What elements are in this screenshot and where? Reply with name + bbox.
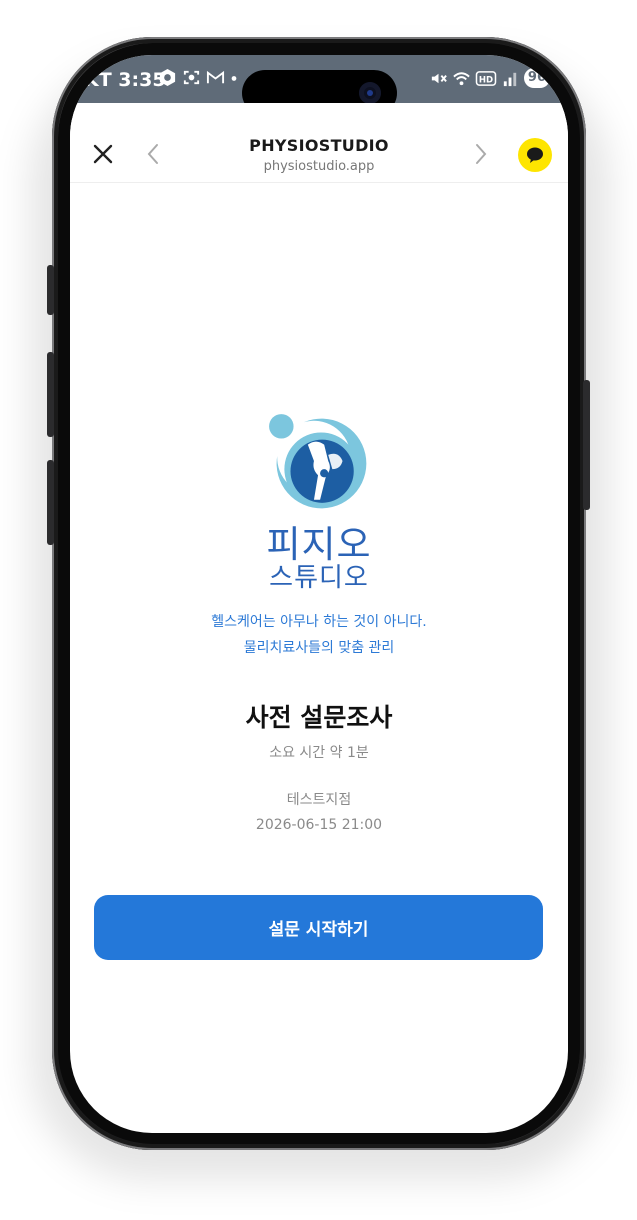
- mute-icon: [431, 73, 447, 83]
- forward-button[interactable]: [466, 139, 496, 169]
- browser-header: PHYSIOSTUDIO physiostudio.app: [70, 103, 568, 183]
- brand-name-line2: 스튜디오: [269, 563, 369, 593]
- signal-icon: [503, 72, 517, 86]
- svg-text:HD: HD: [479, 75, 493, 85]
- volume-up-button: [47, 352, 54, 437]
- kakaotalk-icon: [527, 147, 543, 163]
- status-time: KT 3:35: [84, 69, 166, 91]
- survey-duration: 소요 시간 약 1분: [269, 745, 369, 761]
- appointment-datetime: 2026-06-15 21:00: [255, 817, 383, 833]
- action-button: [47, 265, 54, 315]
- hd-icon: HD: [475, 70, 497, 86]
- app-badge-icon: [159, 68, 176, 87]
- status-bar: KT 3:35 HD 96: [70, 55, 568, 116]
- screen-record-icon: [183, 70, 200, 85]
- branch-name: 테스트지점: [286, 792, 352, 808]
- screen: KT 3:35 HD 96 PHYSIOSTUDIO physiostudio.…: [70, 55, 568, 1133]
- kakao-share-button[interactable]: [518, 138, 552, 172]
- wifi-icon: [453, 71, 470, 85]
- tagline-line2: 물리치료사들의 맞춤 관리: [243, 640, 395, 656]
- power-button: [583, 380, 590, 510]
- camera-icon: [359, 82, 381, 104]
- notification-dot-icon: [231, 76, 237, 81]
- volume-down-button: [47, 460, 54, 545]
- chevron-right-icon: [476, 144, 487, 164]
- physiostudio-logo: [269, 414, 367, 509]
- tagline-line1: 헬스케어는 아무나 하는 것이 아니다.: [211, 614, 427, 630]
- survey-title: 사전 설문조사: [245, 703, 393, 732]
- battery-indicator: 96: [523, 68, 550, 88]
- start-survey-button[interactable]: 설문 시작하기: [94, 895, 543, 960]
- gmail-icon: [206, 70, 225, 84]
